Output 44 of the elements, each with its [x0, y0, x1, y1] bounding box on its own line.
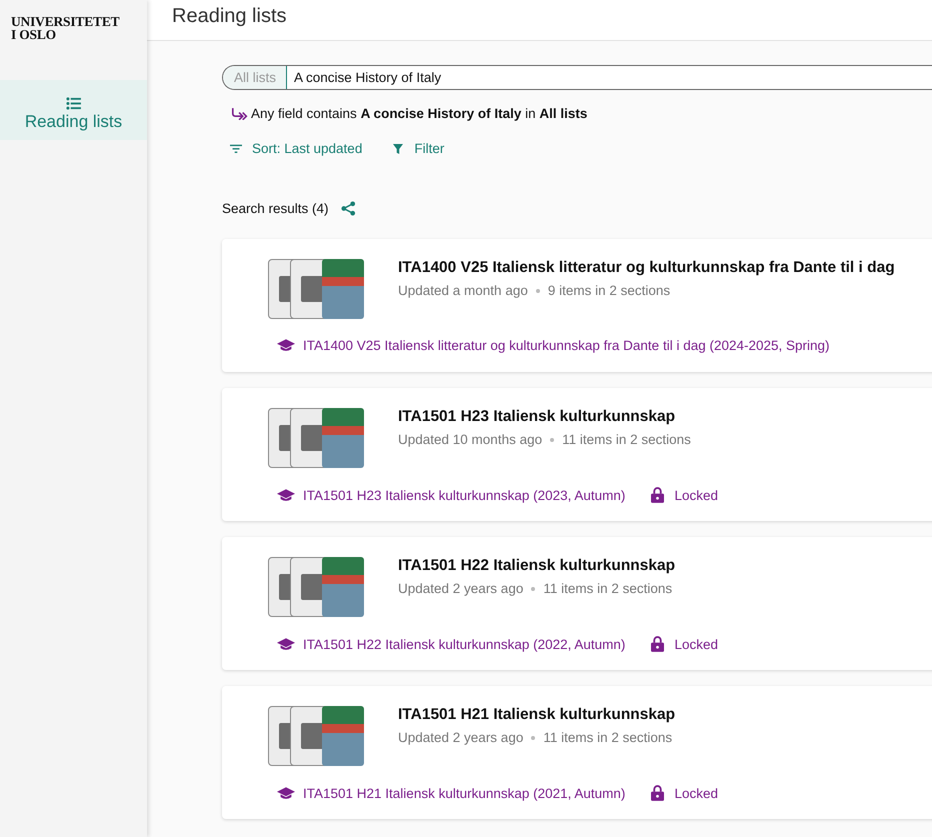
list-icon — [66, 97, 81, 110]
locked-label: Locked — [674, 488, 718, 502]
filter-icon — [392, 144, 404, 154]
course-link[interactable]: ITA1501 H23 Italiensk kulturkunnskap (2023, Autumn) — [303, 488, 626, 502]
course-link[interactable]: ITA1501 H22 Italiensk kulturkunnskap (2022, Autumn) — [303, 636, 626, 652]
graduation-cap-icon — [277, 488, 295, 502]
course-link[interactable]: ITA1400 V25 Italiensk litteratur og kulturkunnskap fra Dante til i dag (2024-2025, Spring) — [303, 338, 830, 353]
university-logo: UNIVERSITETET I OSLO — [10, 13, 120, 44]
items-count: 9 items in 2 sections — [548, 283, 670, 298]
updated-text: Updated 2 years ago — [398, 730, 524, 745]
list-title[interactable]: ITA1501 H21 Italiensk kulturkunnskap — [398, 706, 676, 724]
list-title[interactable]: ITA1501 H22 Italiensk kulturkunnskap — [398, 557, 676, 575]
sort-icon — [230, 144, 242, 154]
search-field[interactable]: All lists A concise History of Italy — [222, 65, 932, 90]
filter-button[interactable]: Filter — [392, 141, 444, 156]
arrow-icon — [231, 107, 249, 120]
separator-dot — [550, 438, 554, 442]
separator-dot — [536, 288, 540, 292]
updated-text: Updated 2 years ago — [398, 581, 524, 596]
query-summary: Any field contains A concise History of Italy in All lists — [251, 106, 588, 121]
result-card[interactable] — [222, 239, 932, 372]
separator-dot — [531, 586, 536, 590]
result-card[interactable]: ITA1501 H23 Italiensk kulturkunnskap Updated 10 months ago 11 items in 2 sections ITA1501 H23 Italiensk kulturkunnskap (2023, Autumn) Locked — [222, 388, 932, 521]
page-title: Reading lists — [171, 4, 288, 28]
result-card[interactable]: ITA1501 H22 Italiensk kulturkunnskap Updated 2 years ago 11 items in 2 sections ITA1501 H22 Italiensk kulturkunnskap (2022, Autumn) Locked — [222, 537, 932, 670]
graduation-cap-icon — [277, 339, 295, 352]
items-count: 11 items in 2 sections — [543, 730, 672, 745]
results-heading: Search results (4) — [222, 201, 329, 216]
graduation-cap-icon — [277, 638, 295, 650]
graduation-cap-icon — [277, 786, 295, 800]
locked-label: Locked — [674, 636, 718, 652]
list-title[interactable]: ITA1501 H23 Italiensk kulturkunnskap — [398, 408, 691, 426]
sidebar-item[interactable]: Reading lists — [0, 80, 147, 140]
sort-button[interactable]: Sort: Last updated — [230, 141, 362, 156]
result-card[interactable]: ITA1501 H21 Italiensk kulturkunnskap Updated 2 years ago 11 items in 2 sections ITA1501 H21 Italiensk kulturkunnskap (2021, Autumn) Locked — [222, 686, 932, 819]
share-icon[interactable] — [340, 201, 356, 216]
items-count: 11 items in 2 sections — [543, 581, 672, 596]
list-title[interactable]: ITA1400 V25 Italiensk litteratur og kulturkunnskap fra Dante til i dag — [398, 259, 895, 277]
items-count: 11 items in 2 sections — [562, 432, 691, 447]
updated-text: Updated 10 months ago — [398, 432, 542, 447]
separator-dot — [531, 736, 536, 740]
locked-label: Locked — [674, 786, 718, 800]
updated-text: Updated a month ago — [398, 283, 528, 298]
course-link[interactable]: ITA1501 H21 Italiensk kulturkunnskap (2021, Autumn) — [303, 786, 626, 800]
